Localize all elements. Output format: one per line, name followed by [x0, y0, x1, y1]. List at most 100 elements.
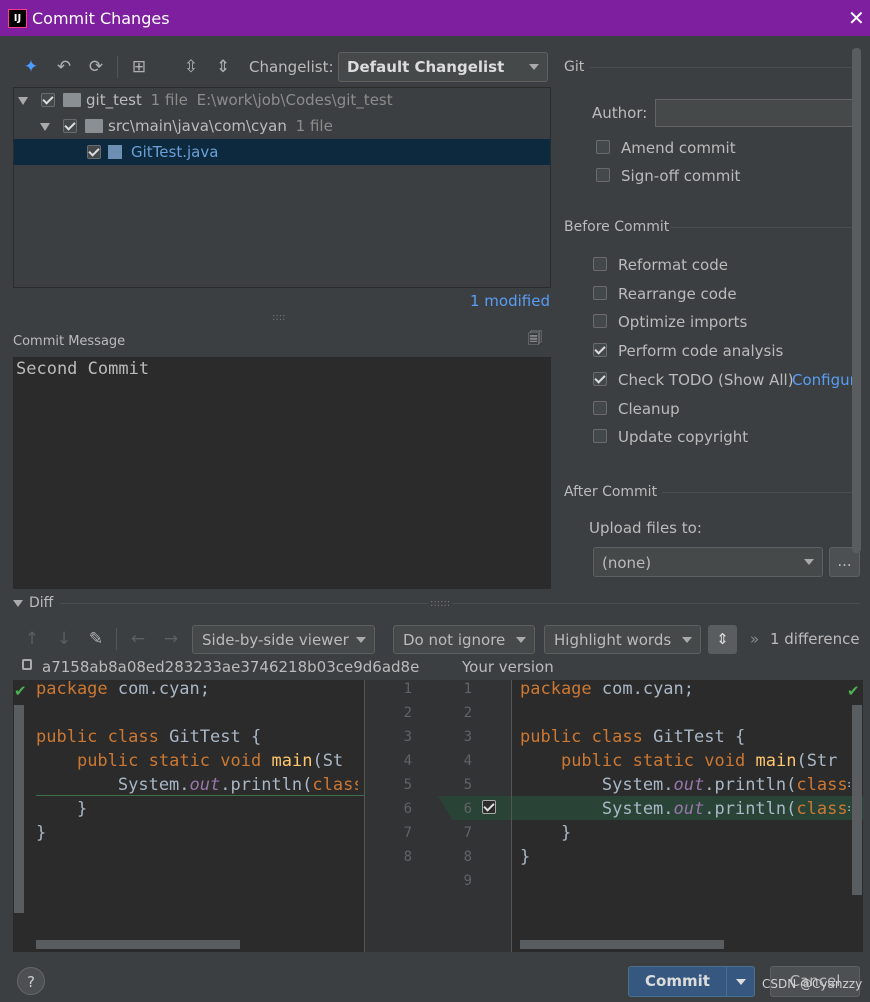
- left-scrollbar[interactable]: [14, 705, 24, 913]
- option-label[interactable]: Update copyright: [618, 428, 748, 446]
- option-checkbox[interactable]: [593, 429, 607, 443]
- option-label[interactable]: Cleanup: [618, 400, 680, 418]
- right-version-title: Your version: [462, 658, 554, 676]
- commit-message-textarea[interactable]: [13, 357, 551, 589]
- tree-folder-item[interactable]: src\main\java\com\cyan 1 file: [108, 117, 333, 135]
- apply-change-checkbox[interactable]: [482, 800, 496, 814]
- tree-root-item[interactable]: git_test 1 file E:\work\job\Codes\git_te…: [86, 91, 393, 109]
- line-number: 3: [463, 729, 472, 745]
- options-scrollbar[interactable]: [852, 48, 861, 553]
- line-number: 1: [463, 681, 472, 697]
- root-count: 1 file: [150, 91, 188, 109]
- double-chevron-icon: »: [750, 630, 760, 648]
- line-number: 1: [403, 681, 412, 697]
- option-checkbox[interactable]: [593, 401, 607, 415]
- expand-all-icon[interactable]: ⇳: [180, 56, 202, 78]
- code-line: public static void main(Str: [560, 751, 838, 771]
- code-line: System.out.println(class="st">"Hel: [520, 775, 850, 795]
- undo-icon[interactable]: ↶: [53, 56, 75, 78]
- section-divider: [670, 227, 860, 228]
- configure-link[interactable]: Configure: [792, 371, 860, 389]
- option-checkbox[interactable]: [593, 286, 607, 300]
- code-line: }: [520, 823, 572, 843]
- group-icon[interactable]: ⊞: [128, 56, 150, 78]
- option-checkbox[interactable]: [593, 372, 607, 386]
- option-checkbox[interactable]: [593, 257, 607, 271]
- after-commit-header: After Commit: [564, 484, 658, 500]
- changelist-value: Default Changelist: [347, 58, 505, 76]
- difference-count-text: 1 difference: [769, 630, 860, 648]
- lock-icon: [22, 659, 32, 670]
- option-checkbox[interactable]: [593, 343, 607, 357]
- ignore-value: Do not ignore: [403, 631, 506, 649]
- modified-status-link[interactable]: 1 modified: [470, 292, 550, 310]
- root-checkbox[interactable]: [41, 93, 55, 107]
- expand-toggle-icon[interactable]: [18, 97, 28, 105]
- amend-label[interactable]: Amend commit: [621, 139, 736, 157]
- expand-toggle-icon[interactable]: [40, 123, 50, 131]
- line-number: 6: [463, 801, 472, 817]
- viewer-value: Side-by-side viewer: [202, 631, 349, 649]
- sync-scroll-toggle[interactable]: ⇕: [708, 625, 737, 654]
- folder-checkbox[interactable]: [63, 119, 77, 133]
- up-arrow-icon[interactable]: ↑: [21, 628, 43, 650]
- line-number: 7: [403, 825, 412, 841]
- chevron-down-icon: [804, 559, 814, 565]
- option-label[interactable]: Check TODO (Show All): [618, 371, 794, 389]
- chevron-down-icon: [529, 64, 539, 70]
- left-code: package com.cyan; public class GitTest {…: [36, 677, 358, 869]
- down-arrow-icon[interactable]: ↓: [53, 628, 75, 650]
- file-name[interactable]: GitTest.java: [131, 143, 218, 161]
- upload-value: (none): [602, 554, 652, 572]
- window-title: Commit Changes: [32, 9, 170, 28]
- back-arrow-icon[interactable]: ←: [127, 628, 149, 650]
- refresh-icon[interactable]: ✦: [20, 56, 42, 78]
- option-label[interactable]: Reformat code: [618, 256, 728, 274]
- upload-dropdown[interactable]: (none): [593, 547, 823, 577]
- option-label[interactable]: Perform code analysis: [618, 342, 783, 360]
- sync-icon[interactable]: ⟳: [85, 56, 107, 78]
- viewer-dropdown[interactable]: Side-by-side viewer: [192, 625, 375, 654]
- splitter-handle[interactable]: ::::: [272, 312, 285, 323]
- right-h-scrollbar[interactable]: [520, 940, 724, 949]
- intellij-logo-icon: IJ: [8, 9, 27, 28]
- line-number: 5: [403, 777, 412, 793]
- file-checkbox[interactable]: [87, 145, 101, 159]
- close-icon[interactable]: ✕: [848, 6, 865, 30]
- changelist-dropdown[interactable]: Default Changelist: [338, 52, 548, 82]
- folder-name: src\main\java\com\cyan: [108, 117, 287, 135]
- line-number: 2: [463, 705, 472, 721]
- option-checkbox[interactable]: [593, 314, 607, 328]
- chevron-down-icon[interactable]: [736, 979, 746, 985]
- option-label[interactable]: Optimize imports: [618, 313, 747, 331]
- collapse-icon[interactable]: [13, 600, 23, 607]
- left-h-scrollbar[interactable]: [36, 940, 240, 949]
- author-input[interactable]: [655, 99, 857, 127]
- highlight-dropdown[interactable]: Highlight words: [544, 625, 701, 654]
- section-divider: [60, 603, 860, 604]
- line-number: 5: [463, 777, 472, 793]
- code-line: package com.cyan;: [36, 679, 211, 699]
- history-icon[interactable]: 🗐: [525, 329, 545, 349]
- forward-arrow-icon[interactable]: →: [160, 628, 182, 650]
- edit-icon[interactable]: ✎: [85, 628, 107, 650]
- collapse-all-icon[interactable]: ⇕: [212, 56, 234, 78]
- line-number: 9: [463, 873, 472, 889]
- right-scrollbar[interactable]: [852, 705, 862, 895]
- signoff-label[interactable]: Sign-off commit: [621, 167, 740, 185]
- line-number: 4: [403, 753, 412, 769]
- option-label[interactable]: Rearrange code: [618, 285, 737, 303]
- amend-checkbox[interactable]: [596, 140, 610, 154]
- line-number: 3: [403, 729, 412, 745]
- code-line: }: [36, 823, 47, 843]
- root-name: git_test: [86, 91, 142, 109]
- ignore-dropdown[interactable]: Do not ignore: [393, 625, 535, 654]
- signoff-checkbox[interactable]: [596, 168, 610, 182]
- chevron-down-icon: [516, 636, 526, 643]
- splitter-handle[interactable]: ::::::: [428, 598, 453, 609]
- folder-icon: [63, 93, 81, 107]
- help-button[interactable]: ?: [17, 967, 45, 995]
- commit-button[interactable]: Commit: [628, 966, 755, 997]
